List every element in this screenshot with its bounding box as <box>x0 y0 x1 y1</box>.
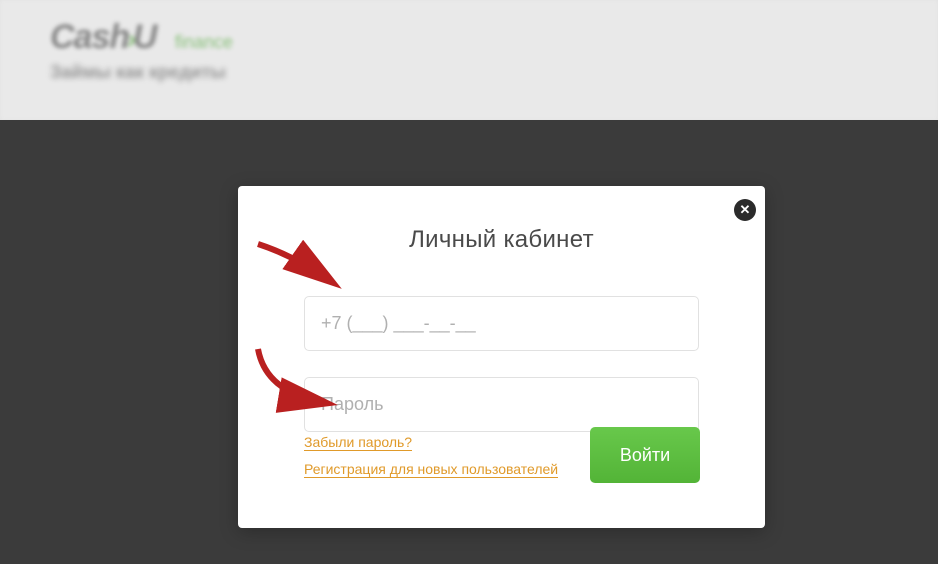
password-input-wrap <box>304 377 699 432</box>
login-modal: Личный кабинет Забыли пароль? Регистраци… <box>238 186 765 528</box>
phone-field[interactable] <box>304 296 699 351</box>
login-button[interactable]: Войти <box>590 427 700 483</box>
register-link[interactable]: Регистрация для новых пользователей <box>304 461 558 478</box>
links-column: Забыли пароль? Регистрация для новых пол… <box>304 434 558 488</box>
forgot-password-link[interactable]: Забыли пароль? <box>304 434 412 451</box>
close-icon: ✕ <box>740 202 751 218</box>
close-button[interactable]: ✕ <box>734 199 756 221</box>
modal-title: Личный кабинет <box>238 226 765 254</box>
phone-input-wrap <box>304 296 699 351</box>
password-field[interactable] <box>304 377 699 432</box>
